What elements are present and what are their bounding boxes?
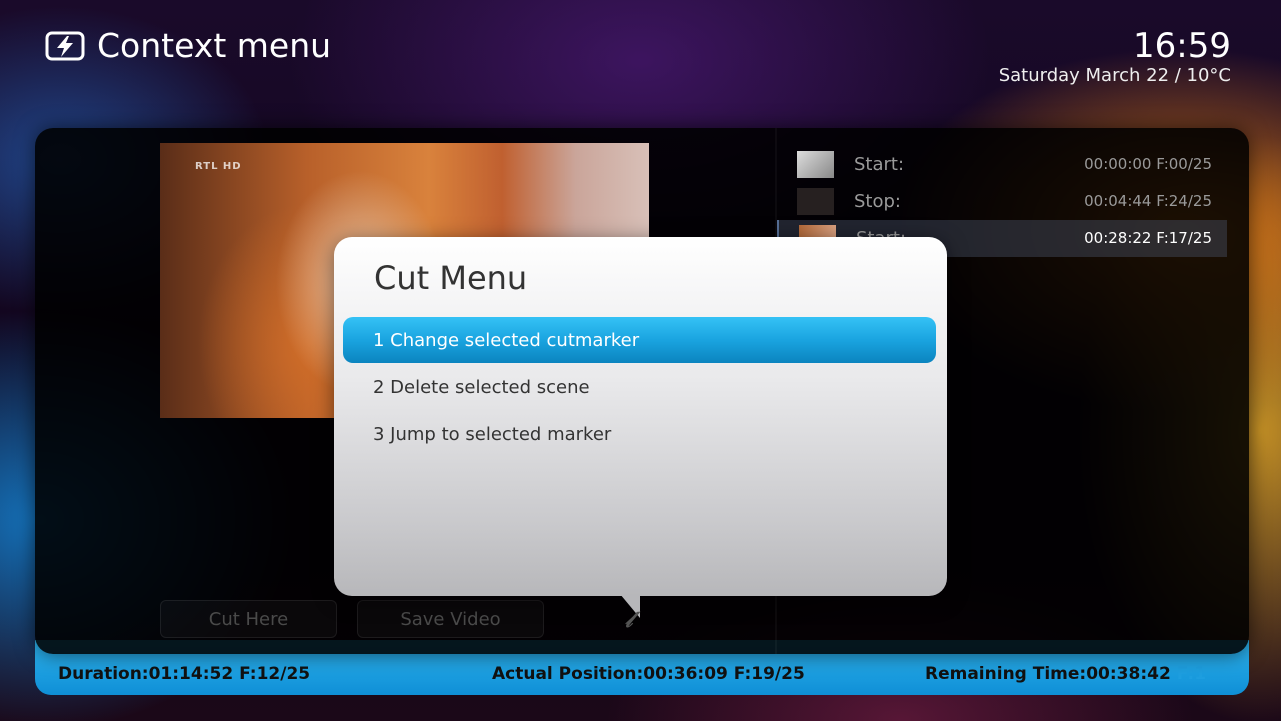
- cut-marker-time: 00:04:44 F:24/25: [1084, 192, 1212, 210]
- remaining-frame-value: F:1: [1176, 664, 1207, 684]
- cut-marker-time: 00:28:22 F:17/25: [1084, 229, 1212, 247]
- dialog-title: Cut Menu: [374, 259, 528, 297]
- remaining-time-readout: Remaining Time:00:38:42 F:1: [925, 664, 1206, 684]
- cut-marker-label: Stop:: [854, 191, 901, 212]
- clock: 16:59: [1133, 26, 1231, 66]
- cut-here-button[interactable]: Cut Here: [160, 600, 337, 638]
- scissors-cut-icon: [45, 31, 85, 61]
- cut-marker-time: 00:00:00 F:00/25: [1084, 155, 1212, 173]
- cut-list-row[interactable]: Stop: 00:04:44 F:24/25: [777, 183, 1227, 220]
- save-video-button[interactable]: Save Video: [357, 600, 544, 638]
- menu-item-change-cutmarker[interactable]: 1 Change selected cutmarker: [343, 317, 936, 363]
- channel-logo: RTL HD: [195, 161, 242, 172]
- menu-item-jump-to-marker[interactable]: 3 Jump to selected marker: [343, 411, 936, 457]
- cut-marker-label: Start:: [854, 154, 905, 175]
- cut-menu-dialog: Cut Menu 1 Change selected cutmarker 2 D…: [334, 237, 947, 596]
- remaining-time-value: Remaining Time:00:38:42: [925, 664, 1177, 684]
- play-position-icon: 𝓁: [625, 608, 633, 633]
- menu-item-delete-scene[interactable]: 2 Delete selected scene: [343, 364, 936, 410]
- duration-readout: Duration:01:14:52 F:12/25: [58, 664, 311, 684]
- cut-list-row[interactable]: Start: 00:00:00 F:00/25: [777, 146, 1227, 183]
- cut-thumbnail: [797, 188, 834, 215]
- actual-position-readout: Actual Position:00:36:09 F:19/25: [492, 664, 805, 684]
- cut-thumbnail: [797, 151, 834, 178]
- page-title: Context menu: [97, 26, 332, 65]
- cut-menu-list[interactable]: 1 Change selected cutmarker 2 Delete sel…: [343, 317, 936, 458]
- date-weather: Saturday March 22 / 10°C: [998, 65, 1231, 86]
